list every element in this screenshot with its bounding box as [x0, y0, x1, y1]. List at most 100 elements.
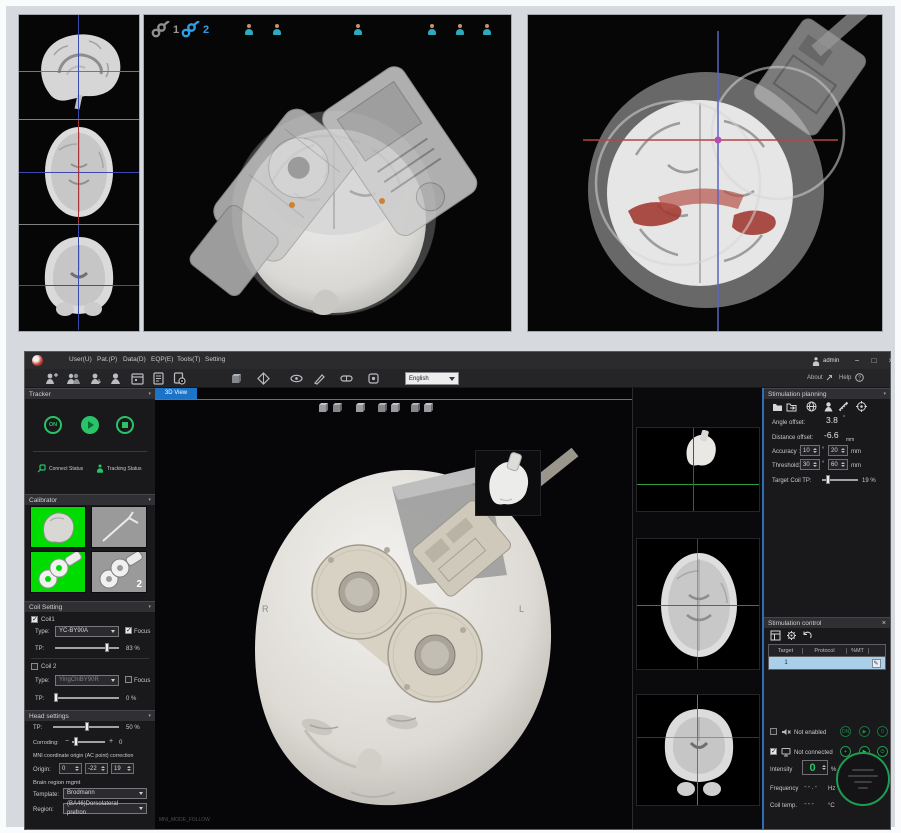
target-icon[interactable]: [856, 401, 867, 412]
capsule-icon[interactable]: [340, 372, 353, 385]
coil2-type-select[interactable]: YingChiBY90R: [55, 675, 119, 686]
corroding-plus-button[interactable]: +: [109, 738, 113, 746]
menu-tools[interactable]: Tools(T): [177, 356, 200, 363]
coil1-checkbox[interactable]: [31, 616, 38, 623]
coil-1-indicator[interactable]: 1: [150, 21, 179, 39]
patient-export-icon[interactable]: [89, 372, 102, 385]
tab-3d-view[interactable]: 3D View: [155, 388, 197, 399]
marker-person-icon[interactable]: [455, 24, 465, 36]
calibrator-pointer-thumb[interactable]: [91, 506, 147, 548]
language-select[interactable]: English: [405, 372, 459, 385]
target-coil-tp-slider[interactable]: [822, 475, 858, 484]
prism-icon[interactable]: [257, 372, 270, 385]
menu-data[interactable]: Data(D): [123, 356, 146, 363]
ruler-icon[interactable]: [838, 401, 849, 412]
close-button[interactable]: ×: [885, 355, 897, 366]
sagittal-view[interactable]: [19, 15, 139, 120]
calendar-icon[interactable]: [131, 372, 144, 385]
coil2-checkbox[interactable]: [31, 663, 38, 670]
eye-icon[interactable]: [290, 372, 303, 385]
template-select[interactable]: Brodmann: [63, 788, 147, 799]
collapse-icon[interactable]: ▾: [148, 495, 151, 506]
gear-icon[interactable]: [786, 630, 797, 641]
marker-person-icon[interactable]: [353, 24, 363, 36]
folder-export-icon[interactable]: [786, 402, 797, 412]
calibrator-head-thumb-active[interactable]: [30, 506, 86, 548]
accuracy-mm-spinner[interactable]: 20: [828, 445, 848, 456]
link-icon[interactable]: [825, 374, 833, 382]
axial-view[interactable]: [19, 120, 139, 225]
help-link[interactable]: Help: [839, 374, 851, 382]
scene-3d-panel[interactable]: 1 2: [143, 14, 512, 332]
origin-x-spinner[interactable]: 0: [59, 763, 82, 774]
stimulator-dial[interactable]: [836, 752, 890, 806]
marker-person-icon[interactable]: [427, 24, 437, 36]
patient-icon[interactable]: [823, 401, 834, 412]
collapse-icon[interactable]: ▾: [883, 389, 886, 400]
marker-person-icon[interactable]: [244, 24, 254, 36]
edit-table-icon[interactable]: [770, 630, 781, 641]
collapse-icon[interactable]: ▾: [148, 389, 151, 400]
mini-coronal-view[interactable]: [636, 694, 760, 806]
stim-control-panel-header[interactable]: Stimulation control×: [764, 617, 890, 628]
coil1-focus-checkbox[interactable]: [125, 627, 132, 634]
globe-icon[interactable]: [806, 401, 817, 412]
coil-alignment-3d-panel[interactable]: [527, 14, 883, 332]
pen-icon[interactable]: [313, 372, 326, 385]
corroding-slider[interactable]: [72, 737, 105, 746]
threshold-deg-spinner[interactable]: 30: [800, 459, 820, 470]
folder-icon[interactable]: [772, 402, 783, 412]
mini-3d-preview[interactable]: [636, 427, 760, 512]
calibrator-panel-header[interactable]: Calibrator▾: [25, 494, 155, 505]
close-icon[interactable]: ×: [882, 618, 886, 629]
connect-checkbox[interactable]: [770, 748, 777, 755]
stim-planning-panel-header[interactable]: Stimulation planning▾: [764, 388, 890, 399]
origin-z-spinner[interactable]: 19: [111, 763, 134, 774]
table-row[interactable]: 1 ✎: [768, 657, 886, 670]
patients-list-icon[interactable]: [67, 372, 80, 385]
menu-user[interactable]: User(U): [69, 356, 92, 363]
threshold-mm-spinner[interactable]: 60: [828, 459, 848, 470]
coil-preview-inset[interactable]: [475, 450, 541, 516]
coil-2-indicator[interactable]: 2: [180, 21, 209, 39]
tracker-on-button[interactable]: ON: [44, 416, 62, 434]
patient-icon[interactable]: [109, 372, 122, 385]
minimize-button[interactable]: −: [851, 355, 863, 366]
enable-checkbox[interactable]: [770, 728, 777, 735]
connect-power-button[interactable]: ⏻: [877, 746, 888, 757]
coil2-focus-checkbox[interactable]: [125, 676, 132, 683]
coil1-tp-slider[interactable]: [55, 643, 119, 652]
coil1-type-select[interactable]: YC-BY90A: [55, 626, 119, 637]
menu-pat[interactable]: Pat.(P): [97, 356, 117, 363]
settings-doc-icon[interactable]: [173, 372, 186, 385]
head-settings-panel-header[interactable]: Head settings▾: [25, 710, 155, 721]
report-icon[interactable]: [152, 372, 165, 385]
menu-setting[interactable]: Setting: [205, 356, 225, 363]
help-icon[interactable]: ?: [855, 373, 864, 382]
tracker-stop-button[interactable]: [116, 416, 134, 434]
enable-apply-button[interactable]: ▶: [859, 726, 870, 737]
cube-view-icon[interactable]: [230, 372, 243, 385]
enable-on-button[interactable]: ON: [840, 726, 851, 737]
corroding-minus-button[interactable]: −: [65, 738, 69, 746]
tracker-start-button[interactable]: [81, 416, 99, 434]
mini-axial-view[interactable]: [636, 538, 760, 670]
calibrator-coil2-thumb[interactable]: 2: [91, 551, 147, 593]
collapse-icon[interactable]: ▾: [148, 602, 151, 613]
enable-off-button[interactable]: 0: [877, 726, 888, 737]
head-tp-slider[interactable]: [53, 722, 119, 731]
coil2-tp-slider[interactable]: [55, 693, 119, 702]
add-patient-icon[interactable]: [45, 372, 58, 385]
accuracy-deg-spinner[interactable]: 10: [800, 445, 820, 456]
menu-eqp[interactable]: EQP(E): [151, 356, 173, 363]
marker-person-icon[interactable]: [482, 24, 492, 36]
coronal-view[interactable]: [19, 225, 139, 330]
collapse-icon[interactable]: ▾: [148, 711, 151, 722]
about-link[interactable]: About: [807, 374, 823, 382]
undo-icon[interactable]: [802, 630, 813, 641]
tracker-panel-header[interactable]: Tracker▾: [25, 388, 155, 399]
viewport-3d[interactable]: 3D View: [155, 388, 632, 829]
edit-row-button[interactable]: ✎: [872, 659, 881, 668]
maximize-button[interactable]: □: [868, 355, 880, 366]
region-select[interactable]: (BA46)Dorsolateral prefron: [63, 803, 147, 814]
